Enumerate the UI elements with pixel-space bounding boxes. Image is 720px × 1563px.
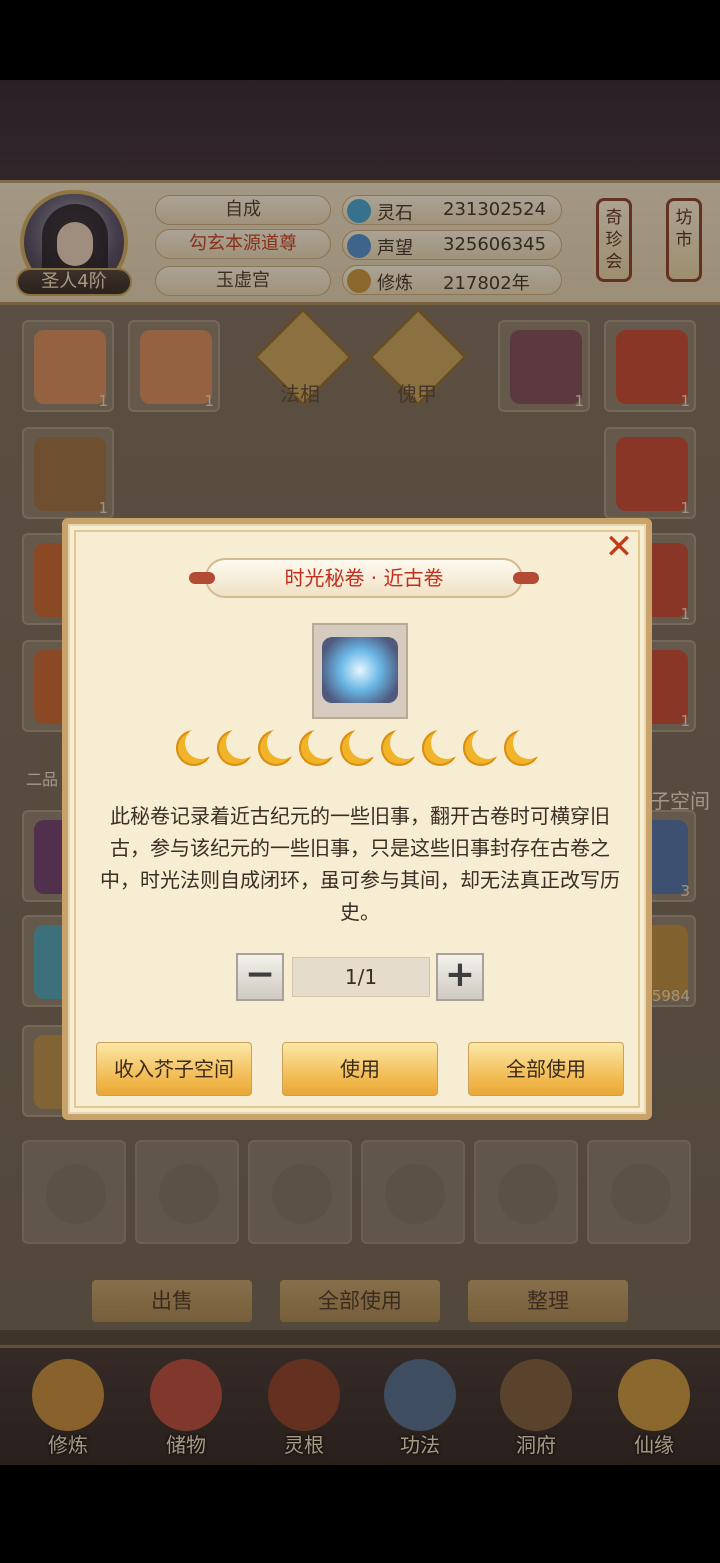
- moon-star-icon: [258, 727, 299, 766]
- quantity-decrease-button[interactable]: −: [236, 953, 284, 1001]
- moon-star-icon: [176, 727, 217, 766]
- item-icon-frame: [312, 623, 408, 719]
- dialog-title-text: 时光秘卷 · 近古卷: [284, 566, 444, 590]
- dialog-title: 时光秘卷 · 近古卷: [189, 558, 539, 598]
- moon-star-icon: [299, 727, 340, 766]
- store-to-mustard-space-button[interactable]: 收入芥子空间: [96, 1042, 252, 1096]
- star-rating: [176, 727, 545, 772]
- status-bar-area: [0, 0, 720, 80]
- moon-star-icon: [217, 727, 258, 766]
- quantity-increase-button[interactable]: +: [436, 953, 484, 1001]
- use-all-button[interactable]: 全部使用: [468, 1042, 624, 1096]
- bottom-bar-area: [0, 1465, 720, 1563]
- moon-star-icon: [381, 727, 422, 766]
- banner-knob-right: [513, 572, 539, 584]
- item-description: 此秘卷记录着近古纪元的一些旧事，翻开古卷时可横穿旧古，参与该纪元的一些旧事，只是…: [100, 804, 620, 924]
- moon-star-icon: [463, 727, 504, 766]
- banner-knob-left: [189, 572, 215, 584]
- moon-star-icon: [340, 727, 381, 766]
- time-scroll-icon: [322, 637, 398, 703]
- close-button[interactable]: ✕: [602, 530, 636, 564]
- use-button[interactable]: 使用: [282, 1042, 438, 1096]
- quantity-field[interactable]: 1/1: [292, 957, 430, 997]
- moon-star-icon: [422, 727, 463, 766]
- moon-star-icon: [504, 727, 545, 766]
